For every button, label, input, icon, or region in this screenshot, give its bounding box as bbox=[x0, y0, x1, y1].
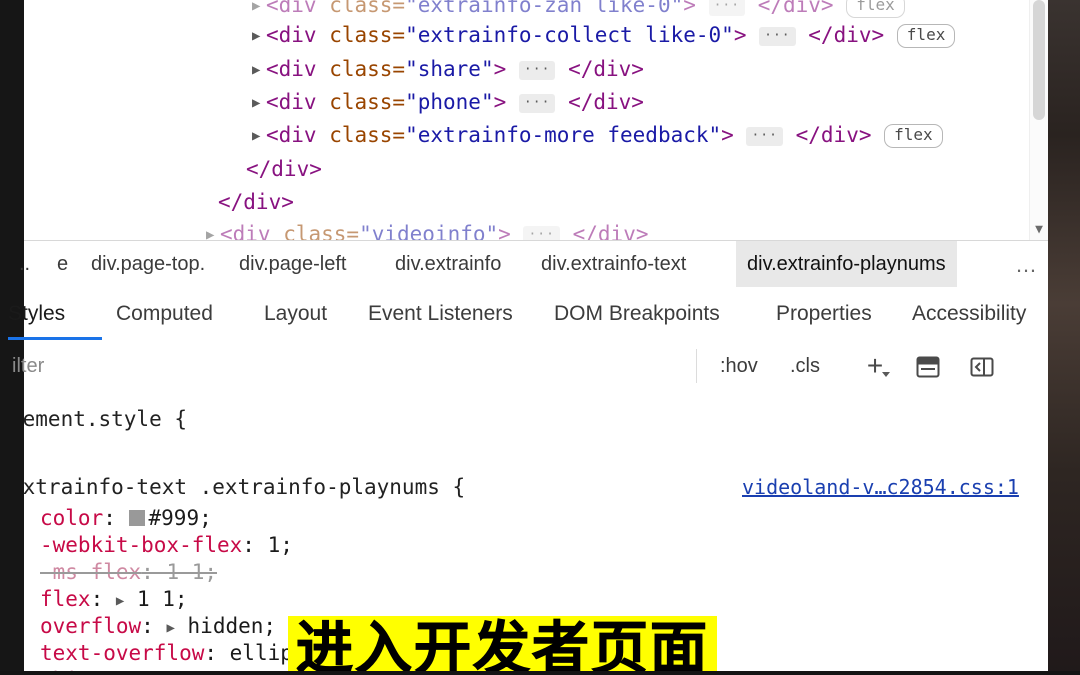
collapsed-children-icon[interactable]: ··· bbox=[518, 94, 556, 113]
breadcrumb-item-extrainfo-playnums[interactable]: div.extrainfo-playnums bbox=[736, 241, 957, 288]
devtools-screenshot: ▶ <div class="extrainfo-zan like-0"> ··· … bbox=[0, 0, 1080, 675]
css-rule-selector[interactable]: extrainfo-text .extrainfo-playnums { bbox=[24, 473, 465, 502]
css-property-name[interactable]: -webkit-box-flex bbox=[40, 533, 242, 557]
panel-icon[interactable] bbox=[914, 353, 942, 381]
css-declaration-ms-flex[interactable]: -ms-flex: 1 1; bbox=[40, 558, 217, 587]
tab-layout[interactable]: Layout bbox=[264, 287, 327, 340]
css-property-name[interactable]: color bbox=[40, 506, 103, 530]
bottom-edge bbox=[0, 671, 1080, 675]
breadcrumb-item-extrainfo[interactable]: div.extrainfo bbox=[384, 241, 512, 288]
dom-node-row[interactable]: ▶ <div class="extrainfo-collect like-0"> … bbox=[252, 22, 956, 49]
expand-triangle-icon[interactable]: ▶ bbox=[252, 0, 266, 19]
collapsed-children-icon[interactable]: ··· bbox=[746, 127, 783, 146]
flex-badge[interactable]: flex bbox=[896, 24, 956, 48]
tab-properties[interactable]: Properties bbox=[776, 287, 872, 340]
css-declaration-webkit-box-flex[interactable]: -webkit-box-flex: 1; bbox=[40, 531, 293, 560]
css-property-name[interactable]: text-overflow bbox=[40, 641, 204, 665]
breadcrumb-item-extrainfo-text[interactable]: div.extrainfo-text bbox=[530, 241, 697, 288]
flex-badge[interactable]: flex bbox=[884, 124, 943, 148]
css-source-link[interactable]: videoland-v…c2854.css:1 bbox=[742, 475, 1019, 499]
expand-triangle-icon[interactable]: ▶ bbox=[252, 57, 266, 83]
dom-node-row[interactable]: ▶ <div class="extrainfo-more feedback"> ·… bbox=[252, 122, 943, 149]
tab-styles-label: Styles bbox=[8, 302, 66, 325]
dock-icon[interactable] bbox=[968, 353, 996, 381]
collapsed-children-icon[interactable]: ··· bbox=[759, 27, 796, 46]
tab-dom-breakpoints[interactable]: DOM Breakpoints bbox=[554, 287, 720, 340]
expand-triangle-icon[interactable]: ▶ bbox=[252, 123, 266, 149]
breadcrumb[interactable]: .. e div.page-top. div.page-left div.ext… bbox=[19, 240, 1050, 289]
tab-computed[interactable]: Computed bbox=[116, 287, 213, 340]
devtools-panel: ▶ <div class="extrainfo-zan like-0"> ··· … bbox=[8, 0, 1050, 675]
breadcrumb-item-page-top[interactable]: div.page-top. bbox=[80, 241, 216, 288]
css-property-name[interactable]: flex bbox=[40, 587, 91, 611]
expand-triangle-icon[interactable]: ▶ bbox=[206, 222, 220, 240]
collapsed-children-icon[interactable]: ··· bbox=[708, 0, 746, 16]
breadcrumb-item-0[interactable]: .. bbox=[8, 241, 41, 288]
filter-input[interactable]: ilter bbox=[12, 341, 44, 391]
expand-triangle-icon[interactable]: ▶ bbox=[252, 23, 266, 49]
flex-badge[interactable]: flex bbox=[846, 0, 905, 18]
expand-triangle-icon[interactable]: ▶ bbox=[252, 90, 266, 116]
styles-tabbar[interactable]: Styles Computed Layout Event Listeners D… bbox=[8, 287, 1048, 342]
hov-button[interactable]: :hov bbox=[720, 341, 758, 391]
styles-toolbar[interactable]: ilter :hov .cls + bbox=[12, 341, 1048, 392]
scroll-down-arrow-icon[interactable]: ▼ bbox=[1030, 220, 1048, 240]
right-video-bar bbox=[1048, 0, 1080, 675]
breadcrumb-item-1[interactable]: e bbox=[46, 241, 79, 288]
tab-accessibility[interactable]: Accessibility bbox=[912, 287, 1026, 340]
collapsed-children-icon[interactable]: ··· bbox=[518, 61, 556, 80]
css-property-name[interactable]: -ms-flex bbox=[40, 560, 141, 584]
toolbar-divider bbox=[696, 349, 697, 383]
dom-close-tag[interactable]: </div> bbox=[246, 156, 322, 182]
css-declaration-color[interactable]: color: #999; bbox=[40, 504, 212, 533]
tab-active-underline bbox=[8, 337, 102, 340]
scrollbar-thumb[interactable] bbox=[1033, 0, 1045, 120]
tab-event-listeners[interactable]: Event Listeners bbox=[368, 287, 513, 340]
color-swatch-icon[interactable] bbox=[128, 510, 145, 526]
tab-styles[interactable]: Styles bbox=[8, 287, 102, 340]
dom-node-row[interactable]: ▶ <div class="extrainfo-zan like-0"> ··· … bbox=[252, 0, 905, 19]
breadcrumb-item-page-left[interactable]: div.page-left bbox=[228, 241, 357, 288]
css-declaration-text-overflow[interactable]: text-overflow: ellips bbox=[40, 639, 306, 668]
breadcrumb-overflow-icon[interactable]: … bbox=[1004, 241, 1050, 288]
plus-dropdown-arrow-icon[interactable] bbox=[882, 372, 890, 377]
dom-node-row[interactable]: ▶ <div class="videoinfo"> ··· </div> bbox=[206, 221, 648, 240]
dom-close-tag[interactable]: </div> bbox=[218, 189, 294, 215]
css-property-name[interactable]: overflow bbox=[40, 614, 141, 638]
video-caption: 进入开发者页面 bbox=[288, 616, 717, 675]
element-style-selector[interactable]: lement.style { bbox=[24, 405, 187, 434]
dom-tree[interactable]: ▶ <div class="extrainfo-zan like-0"> ··· … bbox=[24, 0, 1048, 240]
cls-button[interactable]: .cls bbox=[790, 341, 820, 391]
dom-node-row[interactable]: ▶ <div class="phone"> ··· </div> bbox=[252, 89, 644, 116]
dom-tree-scrollbar[interactable]: ▼ bbox=[1029, 0, 1048, 240]
dom-node-row[interactable]: ▶ <div class="share"> ··· </div> bbox=[252, 56, 644, 83]
collapsed-children-icon[interactable]: ··· bbox=[523, 226, 560, 240]
